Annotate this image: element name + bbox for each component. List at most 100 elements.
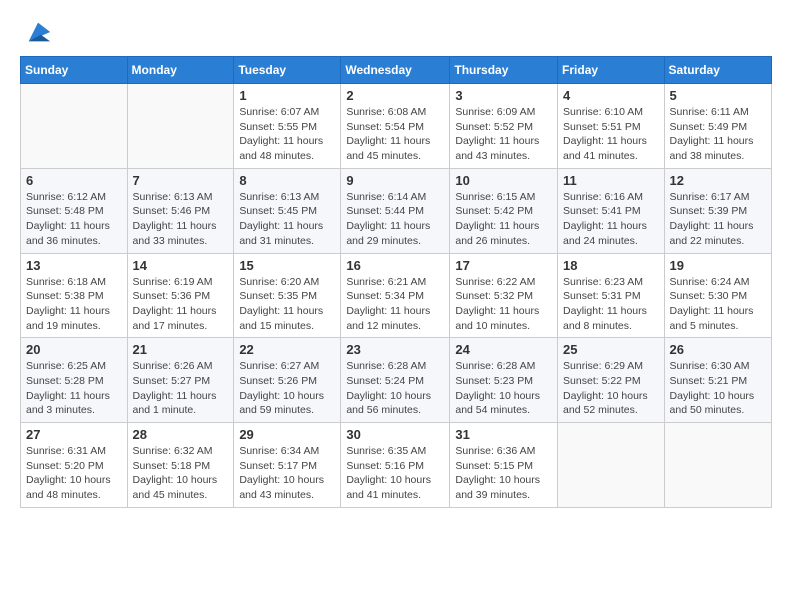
day-number: 16 <box>346 258 444 273</box>
day-info: Sunrise: 6:29 AM Sunset: 5:22 PM Dayligh… <box>563 359 659 418</box>
page-header <box>20 18 772 46</box>
day-info: Sunrise: 6:09 AM Sunset: 5:52 PM Dayligh… <box>455 105 552 164</box>
day-number: 3 <box>455 88 552 103</box>
calendar-table: SundayMondayTuesdayWednesdayThursdayFrid… <box>20 56 772 508</box>
day-cell: 11Sunrise: 6:16 AM Sunset: 5:41 PM Dayli… <box>558 168 665 253</box>
day-info: Sunrise: 6:08 AM Sunset: 5:54 PM Dayligh… <box>346 105 444 164</box>
day-cell: 3 Sunrise: 6:09 AM Sunset: 5:52 PM Daylig… <box>450 84 558 169</box>
day-number: 20 <box>26 342 122 357</box>
week-row-5: 27 Sunrise: 6:31 AM Sunset: 5:20 PM Dayli… <box>21 423 772 508</box>
day-number: 22 <box>239 342 335 357</box>
day-info: Sunrise: 6:32 AM Sunset: 5:18 PM Dayligh… <box>133 444 229 503</box>
day-number: 30 <box>346 427 444 442</box>
day-number: 13 <box>26 258 122 273</box>
day-number: 28 <box>133 427 229 442</box>
day-info: Sunrise: 6:20 AM Sunset: 5:35 PM Dayligh… <box>239 275 335 334</box>
day-info: Sunrise: 6:31 AM Sunset: 5:20 PM Dayligh… <box>26 444 122 503</box>
header-day-thursday: Thursday <box>450 57 558 84</box>
day-cell: 9Sunrise: 6:14 AM Sunset: 5:44 PM Daylig… <box>341 168 450 253</box>
day-number: 26 <box>670 342 766 357</box>
day-number: 4 <box>563 88 659 103</box>
day-cell: 21Sunrise: 6:26 AM Sunset: 5:27 PM Dayli… <box>127 338 234 423</box>
day-number: 8 <box>239 173 335 188</box>
day-info: Sunrise: 6:21 AM Sunset: 5:34 PM Dayligh… <box>346 275 444 334</box>
day-cell: 28 Sunrise: 6:32 AM Sunset: 5:18 PM Dayli… <box>127 423 234 508</box>
day-cell: 8 Sunrise: 6:13 AM Sunset: 5:45 PM Daylig… <box>234 168 341 253</box>
day-cell: 16 Sunrise: 6:21 AM Sunset: 5:34 PM Dayli… <box>341 253 450 338</box>
day-number: 1 <box>239 88 335 103</box>
day-info: Sunrise: 6:28 AM Sunset: 5:24 PM Dayligh… <box>346 359 444 418</box>
day-cell: 2Sunrise: 6:08 AM Sunset: 5:54 PM Daylig… <box>341 84 450 169</box>
day-cell: 24 Sunrise: 6:28 AM Sunset: 5:23 PM Dayli… <box>450 338 558 423</box>
day-number: 31 <box>455 427 552 442</box>
week-row-4: 20Sunrise: 6:25 AM Sunset: 5:28 PM Dayli… <box>21 338 772 423</box>
week-row-1: 1 Sunrise: 6:07 AM Sunset: 5:55 PM Daylig… <box>21 84 772 169</box>
day-cell: 25 Sunrise: 6:29 AM Sunset: 5:22 PM Dayli… <box>558 338 665 423</box>
day-number: 6 <box>26 173 122 188</box>
day-info: Sunrise: 6:26 AM Sunset: 5:27 PM Dayligh… <box>133 359 229 418</box>
day-number: 10 <box>455 173 552 188</box>
day-cell: 15 Sunrise: 6:20 AM Sunset: 5:35 PM Dayli… <box>234 253 341 338</box>
day-info: Sunrise: 6:12 AM Sunset: 5:48 PM Dayligh… <box>26 190 122 249</box>
header-day-wednesday: Wednesday <box>341 57 450 84</box>
day-info: Sunrise: 6:13 AM Sunset: 5:45 PM Dayligh… <box>239 190 335 249</box>
day-number: 14 <box>133 258 229 273</box>
day-info: Sunrise: 6:07 AM Sunset: 5:55 PM Dayligh… <box>239 105 335 164</box>
day-info: Sunrise: 6:13 AM Sunset: 5:46 PM Dayligh… <box>133 190 229 249</box>
day-cell: 10 Sunrise: 6:15 AM Sunset: 5:42 PM Dayli… <box>450 168 558 253</box>
day-cell: 26 Sunrise: 6:30 AM Sunset: 5:21 PM Dayli… <box>664 338 771 423</box>
day-cell: 31 Sunrise: 6:36 AM Sunset: 5:15 PM Dayli… <box>450 423 558 508</box>
day-cell: 22Sunrise: 6:27 AM Sunset: 5:26 PM Dayli… <box>234 338 341 423</box>
day-cell <box>127 84 234 169</box>
day-cell: 4 Sunrise: 6:10 AM Sunset: 5:51 PM Daylig… <box>558 84 665 169</box>
day-cell: 7 Sunrise: 6:13 AM Sunset: 5:46 PM Daylig… <box>127 168 234 253</box>
day-cell: 17Sunrise: 6:22 AM Sunset: 5:32 PM Dayli… <box>450 253 558 338</box>
day-info: Sunrise: 6:10 AM Sunset: 5:51 PM Dayligh… <box>563 105 659 164</box>
day-info: Sunrise: 6:35 AM Sunset: 5:16 PM Dayligh… <box>346 444 444 503</box>
day-info: Sunrise: 6:16 AM Sunset: 5:41 PM Dayligh… <box>563 190 659 249</box>
day-number: 27 <box>26 427 122 442</box>
day-cell: 27 Sunrise: 6:31 AM Sunset: 5:20 PM Dayli… <box>21 423 128 508</box>
day-info: Sunrise: 6:19 AM Sunset: 5:36 PM Dayligh… <box>133 275 229 334</box>
day-number: 29 <box>239 427 335 442</box>
day-info: Sunrise: 6:15 AM Sunset: 5:42 PM Dayligh… <box>455 190 552 249</box>
day-number: 15 <box>239 258 335 273</box>
header-day-sunday: Sunday <box>21 57 128 84</box>
day-number: 23 <box>346 342 444 357</box>
day-info: Sunrise: 6:34 AM Sunset: 5:17 PM Dayligh… <box>239 444 335 503</box>
day-number: 7 <box>133 173 229 188</box>
day-info: Sunrise: 6:23 AM Sunset: 5:31 PM Dayligh… <box>563 275 659 334</box>
day-info: Sunrise: 6:22 AM Sunset: 5:32 PM Dayligh… <box>455 275 552 334</box>
day-cell: 13 Sunrise: 6:18 AM Sunset: 5:38 PM Dayli… <box>21 253 128 338</box>
day-info: Sunrise: 6:18 AM Sunset: 5:38 PM Dayligh… <box>26 275 122 334</box>
day-cell: 20Sunrise: 6:25 AM Sunset: 5:28 PM Dayli… <box>21 338 128 423</box>
calendar-body: 1 Sunrise: 6:07 AM Sunset: 5:55 PM Daylig… <box>21 84 772 508</box>
day-info: Sunrise: 6:14 AM Sunset: 5:44 PM Dayligh… <box>346 190 444 249</box>
day-cell: 1 Sunrise: 6:07 AM Sunset: 5:55 PM Daylig… <box>234 84 341 169</box>
day-info: Sunrise: 6:28 AM Sunset: 5:23 PM Dayligh… <box>455 359 552 418</box>
day-cell: 23 Sunrise: 6:28 AM Sunset: 5:24 PM Dayli… <box>341 338 450 423</box>
day-info: Sunrise: 6:11 AM Sunset: 5:49 PM Dayligh… <box>670 105 766 164</box>
day-cell: 30 Sunrise: 6:35 AM Sunset: 5:16 PM Dayli… <box>341 423 450 508</box>
day-info: Sunrise: 6:36 AM Sunset: 5:15 PM Dayligh… <box>455 444 552 503</box>
day-number: 5 <box>670 88 766 103</box>
day-info: Sunrise: 6:30 AM Sunset: 5:21 PM Dayligh… <box>670 359 766 418</box>
day-number: 19 <box>670 258 766 273</box>
week-row-2: 6 Sunrise: 6:12 AM Sunset: 5:48 PM Daylig… <box>21 168 772 253</box>
day-cell <box>21 84 128 169</box>
day-cell: 14 Sunrise: 6:19 AM Sunset: 5:36 PM Dayli… <box>127 253 234 338</box>
day-number: 18 <box>563 258 659 273</box>
header-day-friday: Friday <box>558 57 665 84</box>
day-number: 25 <box>563 342 659 357</box>
day-number: 24 <box>455 342 552 357</box>
logo <box>20 18 52 46</box>
calendar-header: SundayMondayTuesdayWednesdayThursdayFrid… <box>21 57 772 84</box>
header-day-saturday: Saturday <box>664 57 771 84</box>
day-cell: 19 Sunrise: 6:24 AM Sunset: 5:30 PM Dayli… <box>664 253 771 338</box>
header-day-monday: Monday <box>127 57 234 84</box>
day-info: Sunrise: 6:24 AM Sunset: 5:30 PM Dayligh… <box>670 275 766 334</box>
day-info: Sunrise: 6:17 AM Sunset: 5:39 PM Dayligh… <box>670 190 766 249</box>
day-cell: 6 Sunrise: 6:12 AM Sunset: 5:48 PM Daylig… <box>21 168 128 253</box>
week-row-3: 13 Sunrise: 6:18 AM Sunset: 5:38 PM Dayli… <box>21 253 772 338</box>
day-cell <box>664 423 771 508</box>
